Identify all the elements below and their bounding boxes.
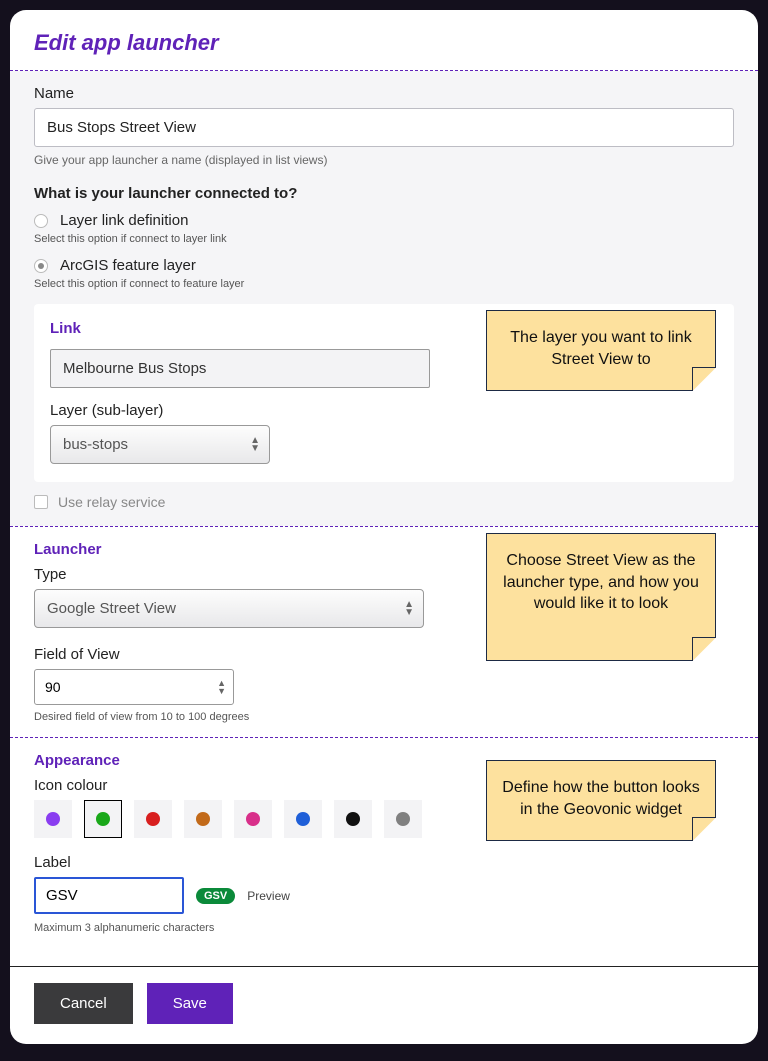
colour-dot-icon	[396, 812, 410, 826]
annotation-note-appearance: Define how the button looks in the Geovo…	[486, 760, 716, 841]
relay-checkbox-row[interactable]: Use relay service	[34, 494, 734, 510]
link-box: Link Layer (sub-layer) bus-stops ▲▼ The …	[34, 304, 734, 482]
name-input[interactable]	[34, 108, 734, 147]
colour-dot-icon	[346, 812, 360, 826]
relay-label: Use relay service	[58, 494, 165, 510]
colour-dot-icon	[296, 812, 310, 826]
fov-hint: Desired field of view from 10 to 100 deg…	[34, 711, 734, 723]
label-input[interactable]	[34, 877, 184, 914]
chevron-updown-icon: ▲▼	[250, 437, 260, 453]
radio-label: ArcGIS feature layer	[60, 257, 196, 274]
colour-swatch[interactable]	[384, 800, 422, 838]
colour-dot-icon	[46, 812, 60, 826]
radio-feature-layer[interactable]: ArcGIS feature layer	[34, 257, 734, 274]
colour-swatch[interactable]	[334, 800, 372, 838]
annotation-note-launcher: Choose Street View as the launcher type,…	[486, 533, 716, 661]
save-button[interactable]: Save	[147, 983, 233, 1024]
radio-icon	[34, 214, 48, 228]
chevron-updown-icon: ▲▼	[404, 601, 414, 617]
launcher-section: Launcher Type Google Street View ▲▼ Fiel…	[34, 527, 734, 737]
colour-dot-icon	[96, 812, 110, 826]
type-select[interactable]: Google Street View ▲▼	[34, 589, 424, 628]
colour-swatch[interactable]	[84, 800, 122, 838]
sublayer-label: Layer (sub-layer)	[50, 402, 718, 419]
colour-swatch[interactable]	[34, 800, 72, 838]
radio-label: Layer link definition	[60, 212, 188, 229]
preview-text: Preview	[247, 889, 290, 903]
annotation-note-link: The layer you want to link Street View t…	[486, 310, 716, 391]
type-value: Google Street View	[34, 589, 424, 628]
radio-layer-link[interactable]: Layer link definition	[34, 212, 734, 229]
name-card: Name Give your app launcher a name (disp…	[10, 71, 758, 526]
colour-swatch[interactable]	[134, 800, 172, 838]
label-hint: Maximum 3 alphanumeric characters	[34, 922, 734, 934]
label-label: Label	[34, 854, 734, 871]
name-label: Name	[34, 85, 734, 102]
link-input[interactable]	[50, 349, 430, 388]
preview-chip: GSV	[196, 888, 235, 904]
colour-swatch[interactable]	[234, 800, 272, 838]
checkbox-icon	[34, 495, 48, 509]
sublayer-value: bus-stops	[50, 425, 270, 464]
connection-question: What is your launcher connected to?	[34, 185, 734, 202]
radio-feature-layer-hint: Select this option if connect to feature…	[34, 278, 734, 290]
name-hint: Give your app launcher a name (displayed…	[34, 153, 734, 167]
sublayer-select[interactable]: bus-stops ▲▼	[50, 425, 270, 464]
chevron-updown-icon: ▲▼	[217, 679, 226, 695]
colour-dot-icon	[246, 812, 260, 826]
colour-swatch[interactable]	[184, 800, 222, 838]
page-title: Edit app launcher	[34, 30, 734, 56]
colour-swatch[interactable]	[284, 800, 322, 838]
footer: Cancel Save	[10, 966, 758, 1044]
colour-dot-icon	[146, 812, 160, 826]
fov-input[interactable]	[34, 669, 234, 705]
cancel-button[interactable]: Cancel	[34, 983, 133, 1024]
appearance-section: Appearance Icon colour Label GSV Preview…	[34, 738, 734, 956]
radio-layer-link-hint: Select this option if connect to layer l…	[34, 233, 734, 245]
colour-dot-icon	[196, 812, 210, 826]
radio-icon	[34, 259, 48, 273]
fov-stepper[interactable]: ▲▼	[34, 669, 234, 705]
